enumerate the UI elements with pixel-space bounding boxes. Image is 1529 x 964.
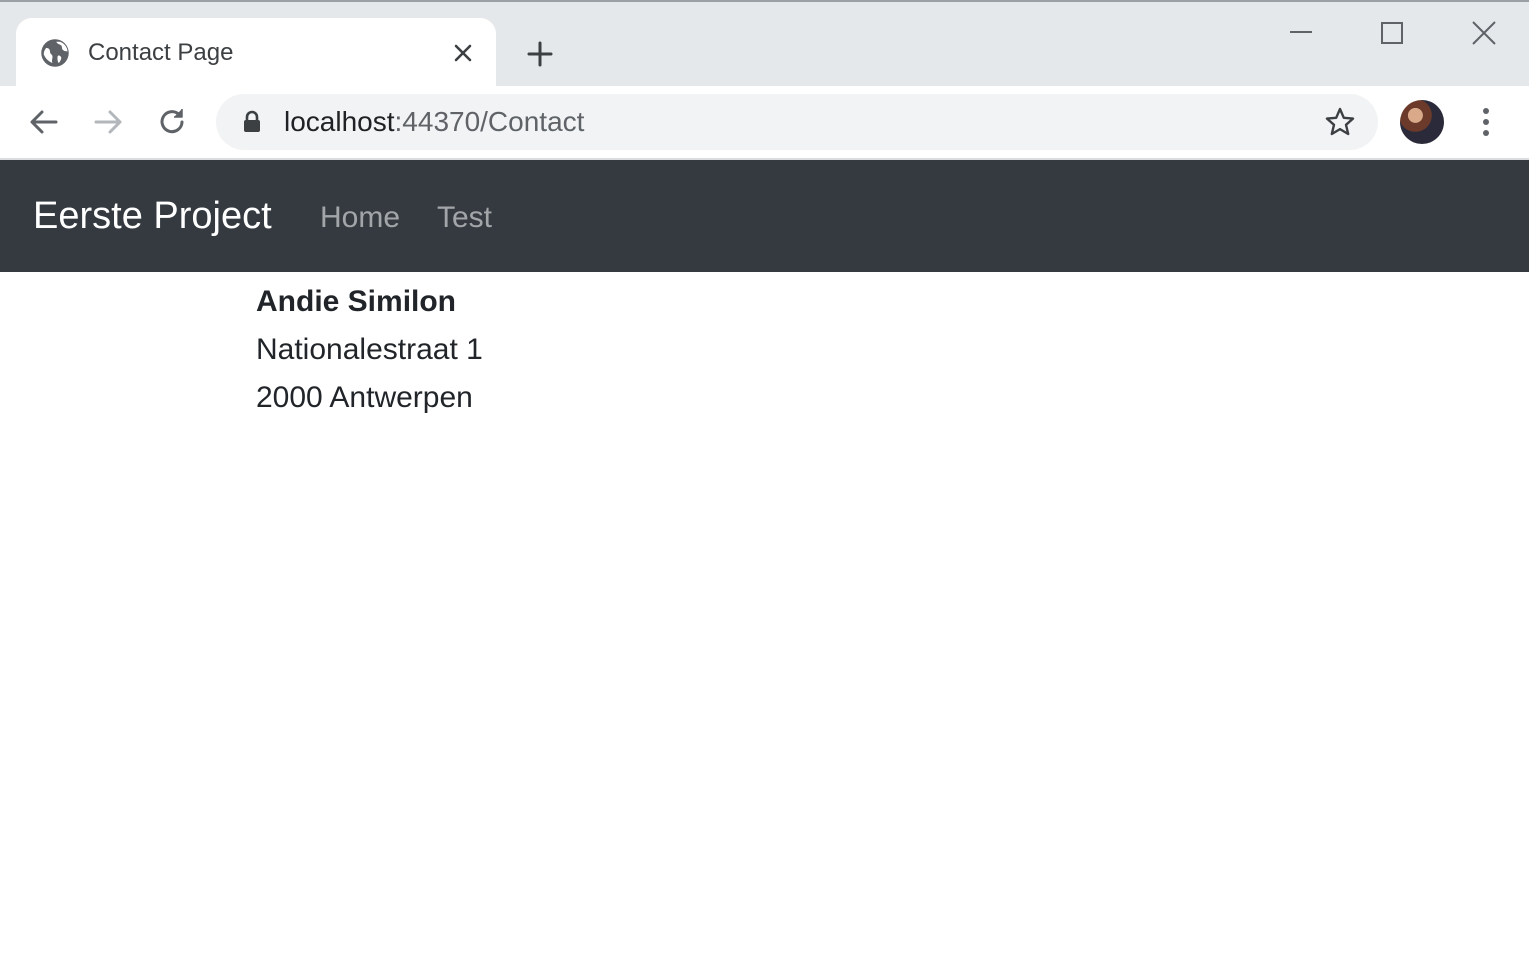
browser-tab[interactable]: Contact Page xyxy=(16,18,496,88)
close-icon[interactable] xyxy=(452,42,474,64)
site-navbar: Eerste Project Home Test xyxy=(0,160,1529,272)
back-arrow-icon[interactable] xyxy=(26,104,62,140)
url-host: localhost xyxy=(284,106,395,137)
minimize-icon[interactable] xyxy=(1284,18,1318,52)
contact-address: Andie Similon Nationalestraat 1 2000 Ant… xyxy=(256,278,483,422)
browser-titlebar: Contact Page xyxy=(0,0,1529,88)
nav-link-test[interactable]: Test xyxy=(437,198,492,238)
kebab-menu-icon[interactable] xyxy=(1474,104,1498,140)
nav-link-home[interactable]: Home xyxy=(320,198,400,238)
contact-city: 2000 Antwerpen xyxy=(256,381,473,414)
forward-arrow-icon[interactable] xyxy=(90,104,126,140)
contact-street: Nationalestraat 1 xyxy=(256,333,483,366)
lock-icon[interactable] xyxy=(242,110,262,134)
reload-icon[interactable] xyxy=(154,104,190,140)
navbar-brand[interactable]: Eerste Project xyxy=(33,194,272,238)
star-icon[interactable] xyxy=(1324,106,1356,138)
plus-icon[interactable] xyxy=(526,40,554,68)
url-path: :44370/Contact xyxy=(394,106,585,137)
maximize-icon[interactable] xyxy=(1375,18,1409,52)
browser-toolbar: localhost:44370/Contact xyxy=(0,86,1529,160)
url-text[interactable]: localhost:44370/Contact xyxy=(284,106,584,138)
tab-title: Contact Page xyxy=(88,39,234,66)
address-bar[interactable]: localhost:44370/Contact xyxy=(216,94,1378,150)
profile-avatar[interactable] xyxy=(1400,100,1444,144)
globe-icon xyxy=(41,39,69,67)
window-close-icon[interactable] xyxy=(1467,18,1501,52)
contact-name: Andie Similon xyxy=(256,285,457,318)
